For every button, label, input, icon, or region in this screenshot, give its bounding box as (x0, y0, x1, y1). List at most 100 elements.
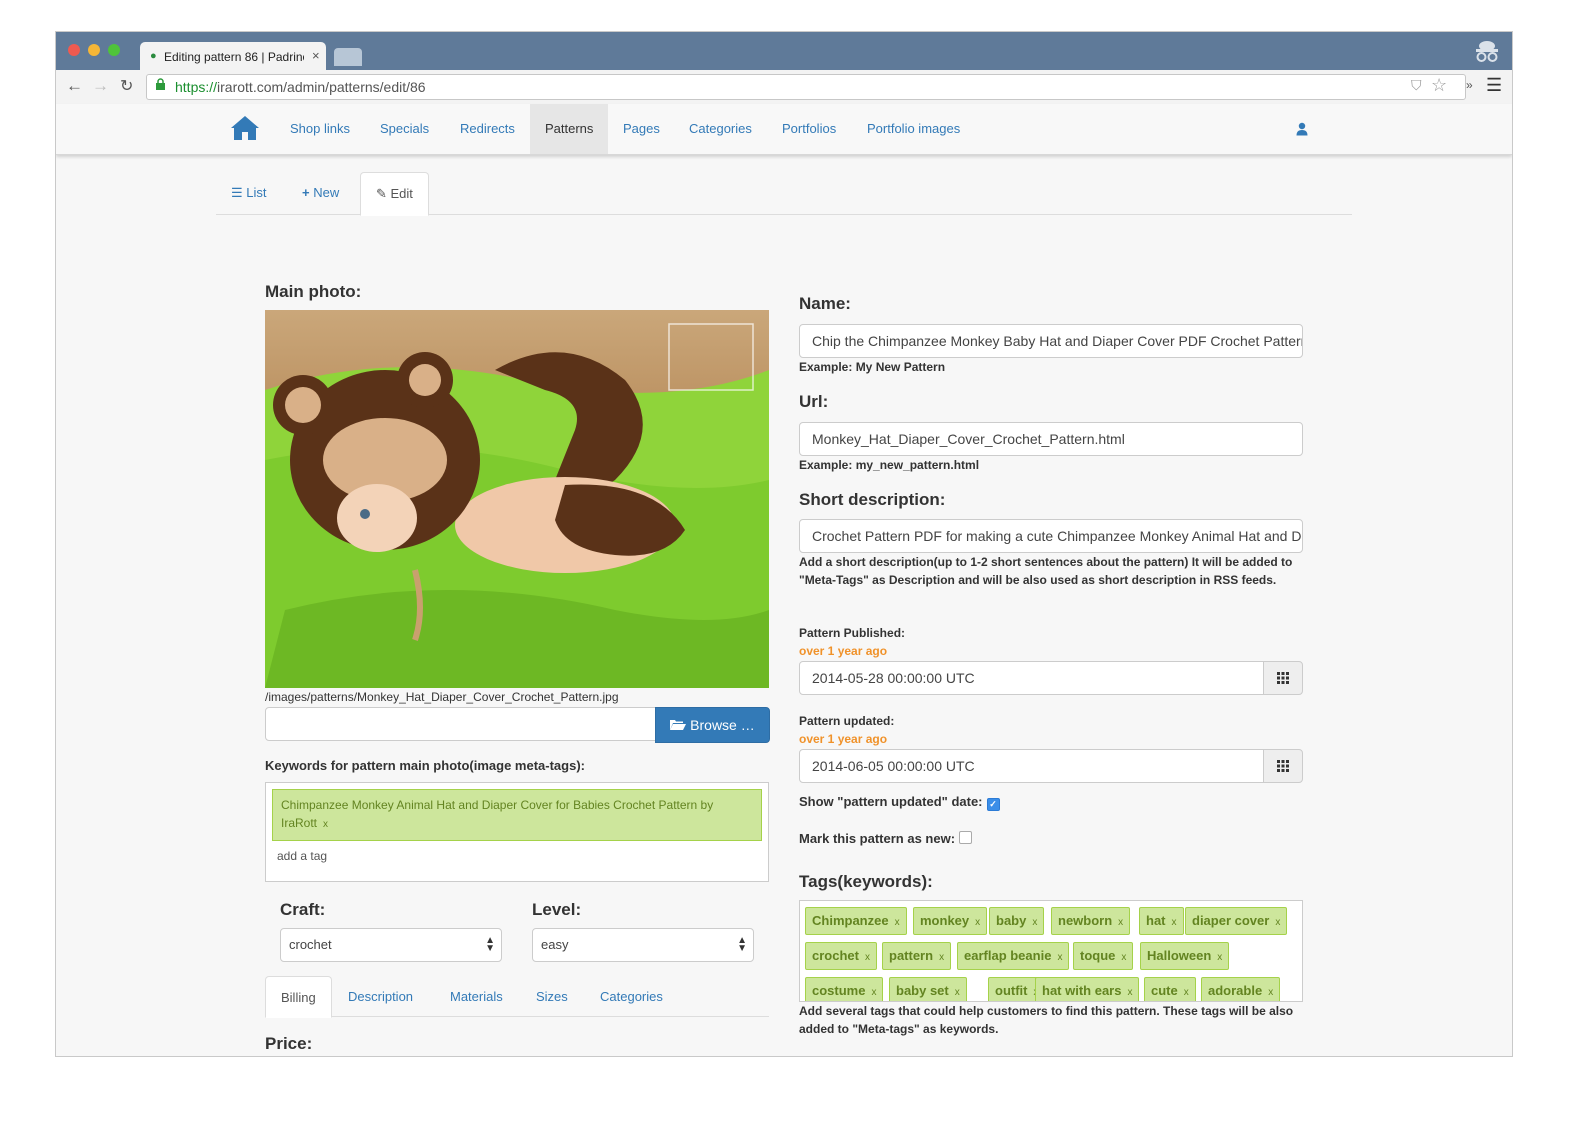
mark-new-checkbox[interactable] (959, 831, 973, 844)
reload-icon[interactable]: ↻ (120, 76, 133, 96)
folder-open-icon (670, 717, 690, 733)
tag-chip: Chimpanzee x (805, 907, 907, 935)
tag-remove-icon[interactable]: x (975, 917, 980, 928)
tag-remove-icon[interactable]: x (1057, 952, 1062, 963)
maximize-window-button[interactable] (108, 44, 120, 56)
tag-chip-label: baby (996, 913, 1027, 928)
tag-remove-icon[interactable]: x (1118, 917, 1123, 928)
tag-remove-icon[interactable]: x (939, 952, 944, 963)
short-description-input[interactable]: Crochet Pattern PDF for making a cute Ch… (799, 519, 1303, 553)
tab-new-label: New (313, 185, 340, 200)
craft-select[interactable]: crochet ▲ ▼ (280, 928, 502, 962)
tag-remove-icon[interactable]: x (1032, 917, 1037, 928)
tag-chip-label: monkey (920, 913, 970, 928)
select-arrows-icon: ▲ ▼ (485, 935, 495, 954)
tag-chip: hat with ears x (1035, 977, 1140, 1001)
browser-tab[interactable]: ● Editing pattern 86 | Padrino × (140, 42, 326, 70)
tab-categories[interactable]: Categories (585, 976, 678, 1016)
published-calendar-button[interactable] (1263, 661, 1303, 695)
tag-remove-icon[interactable]: x (1184, 987, 1189, 998)
updated-date-input[interactable]: 2014-06-05 00:00:00 UTC (799, 749, 1265, 783)
nav-shop-links[interactable]: Shop links (275, 104, 365, 154)
published-date-input[interactable]: 2014-05-28 00:00:00 UTC (799, 661, 1265, 695)
user-icon[interactable] (1296, 122, 1308, 136)
tag-chip: costume x (805, 977, 884, 1001)
keyword-tag-text: Chimpanzee Monkey Animal Hat and Diaper … (281, 798, 714, 830)
tab-new[interactable]: + New (287, 172, 354, 214)
address-bar[interactable]: https://irarott.com/admin/patterns/edit/… (146, 74, 1466, 100)
price-label: Price: (265, 1034, 313, 1053)
photo-path: /images/patterns/Monkey_Hat_Diaper_Cover… (265, 690, 619, 704)
tag-remove-icon[interactable]: x (1127, 987, 1132, 998)
tab-materials[interactable]: Materials (435, 976, 518, 1016)
keywords-tag-input[interactable]: Chimpanzee Monkey Animal Hat and Diaper … (265, 782, 769, 882)
tag-remove-icon[interactable]: x (1217, 952, 1222, 963)
nav-redirects[interactable]: Redirects (445, 104, 530, 154)
published-ago: over 1 year ago (799, 644, 888, 658)
tab-sizes[interactable]: Sizes (521, 976, 583, 1016)
nav-patterns[interactable]: Patterns (530, 104, 609, 154)
nav-specials[interactable]: Specials (365, 104, 444, 154)
url-input[interactable]: Monkey_Hat_Diaper_Cover_Crochet_Pattern.… (799, 422, 1303, 456)
favicon-icon: ● (150, 50, 157, 62)
show-updated-checkbox[interactable]: ✓ (986, 798, 1000, 811)
tag-chip-label: costume (812, 983, 866, 998)
tag-remove-icon[interactable]: x (865, 952, 870, 963)
tab-list-label: List (246, 185, 267, 200)
tab-close-icon[interactable]: × (312, 48, 320, 63)
updated-date-value: 2014-06-05 00:00:00 UTC (812, 758, 975, 774)
published-date-value: 2014-05-28 00:00:00 UTC (812, 670, 975, 686)
new-tab-button[interactable] (334, 48, 362, 66)
updated-ago: over 1 year ago (799, 732, 888, 746)
back-icon[interactable]: ← (66, 76, 83, 96)
lock-icon (155, 78, 166, 94)
tag-chip-label: baby set (896, 983, 949, 998)
tag-remove-icon[interactable]: x (1121, 952, 1126, 963)
minimize-window-button[interactable] (88, 44, 100, 56)
name-input[interactable]: Chip the Chimpanzee Monkey Baby Hat and … (799, 324, 1303, 358)
forward-icon[interactable]: → (92, 76, 109, 96)
bookmark-star-icon[interactable]: ☆ (1431, 75, 1447, 96)
tags-hint: Add several tags that could help custome… (799, 1004, 1294, 1036)
tag-remove-icon[interactable]: x (871, 987, 876, 998)
shield-icon[interactable]: ⛉ (1411, 77, 1422, 94)
updated-calendar-button[interactable] (1263, 749, 1303, 783)
tag-chip-label: diaper cover (1192, 913, 1270, 928)
nav-portfolios[interactable]: Portfolios (767, 104, 851, 154)
browse-button[interactable]: Browse … (655, 707, 770, 743)
tab-list[interactable]: ☰ List (216, 172, 282, 214)
incognito-icon (1470, 38, 1504, 64)
tag-remove-icon[interactable]: x (1172, 917, 1177, 928)
tag-chip-label: adorable (1208, 983, 1263, 998)
title-bar: ● Editing pattern 86 | Padrino × (56, 32, 1512, 70)
add-tag-input[interactable]: add a tag (277, 849, 327, 863)
photo-file-input[interactable] (265, 707, 657, 741)
tag-chip-label: outfit (995, 983, 1028, 998)
nav-portfolio-images[interactable]: Portfolio images (852, 104, 975, 154)
tag-remove-icon[interactable]: x (895, 917, 900, 928)
tab-description[interactable]: Description (333, 976, 428, 1016)
home-icon[interactable] (230, 114, 260, 144)
tags-input[interactable]: Chimpanzee x monkey x baby x newborn x hat x diape… (799, 900, 1303, 1002)
tag-remove-icon[interactable]: x (1275, 917, 1280, 928)
nav-categories[interactable]: Categories (674, 104, 767, 154)
updated-label: Pattern updated: (799, 714, 895, 728)
tag-chip-label: toque (1080, 948, 1116, 963)
tag-remove-icon[interactable]: x (955, 987, 960, 998)
close-window-button[interactable] (68, 44, 80, 56)
short-description-value: Crochet Pattern PDF for making a cute Ch… (812, 528, 1302, 544)
level-select[interactable]: easy ▲ ▼ (532, 928, 754, 962)
extensions-chevron-icon[interactable]: » (1466, 78, 1473, 92)
tag-remove-icon[interactable]: x (1268, 987, 1273, 998)
tab-billing[interactable]: Billing (265, 976, 332, 1018)
tag-chip-label: hat (1146, 913, 1166, 928)
tag-chip: monkey x (913, 907, 988, 935)
nav-pages[interactable]: Pages (608, 104, 675, 154)
tag-chip: diaper cover x (1185, 907, 1288, 935)
browser-toolbar: ← → ↻ https://irarott.com/admin/patterns… (56, 70, 1512, 105)
browser-menu-icon[interactable]: ☰ (1486, 75, 1502, 96)
tag-chip: crochet x (805, 942, 877, 970)
keyword-remove-icon[interactable]: x (323, 819, 328, 830)
tab-edit[interactable]: ✎ Edit (360, 172, 429, 216)
level-label: Level: (532, 900, 582, 919)
